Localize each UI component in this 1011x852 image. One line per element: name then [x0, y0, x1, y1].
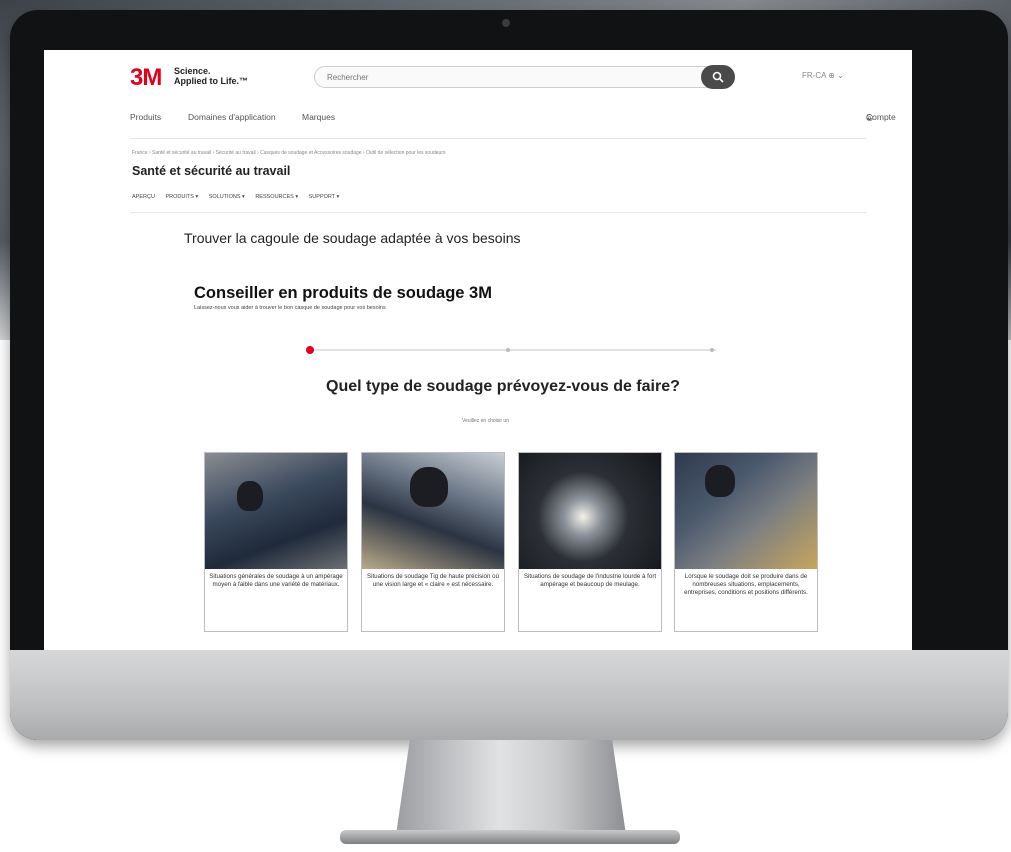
option-description: Situations générales de soudage à un amp… [209, 573, 343, 588]
option-description: Situations de soudage Tig de haute préci… [366, 573, 500, 588]
breadcrumb[interactable]: France › Santé et sécurité au travail › … [132, 150, 446, 156]
welder-photo [362, 453, 504, 569]
welder-photo [205, 453, 347, 569]
camera-icon [502, 19, 510, 27]
nav-item-products[interactable]: Produits [130, 112, 161, 122]
divider [130, 212, 866, 213]
monitor-stand-neck [396, 740, 626, 835]
progress-step-current [306, 346, 314, 354]
chevron-down-icon: ⌄ [866, 112, 874, 122]
choose-hint: Veuillez en choisir un [462, 418, 509, 424]
welder-helmet [705, 465, 735, 497]
tagline-line-1: Science. [174, 66, 211, 76]
tagline-line-2: Applied to Life.™ [174, 76, 248, 86]
globe-icon: ⊕ ⌄ [828, 71, 844, 80]
progress-steps [306, 346, 716, 354]
brand-logo[interactable]: 3M [130, 64, 162, 92]
subnav-solutions[interactable]: SOLUTIONS ▾ [209, 194, 245, 200]
monitor-stand-foot [340, 830, 680, 844]
option-card-heavy-industry[interactable]: Situations de soudage de l'industrie lou… [518, 452, 662, 632]
search-icon [712, 71, 724, 83]
option-card-tig[interactable]: Situations de soudage Tig de haute préci… [361, 452, 505, 632]
option-card-versatile[interactable]: Lorsque le soudage doit se produire dans… [674, 452, 818, 632]
divider [130, 138, 866, 139]
progress-step [710, 348, 714, 352]
subnav-products[interactable]: PRODUITS ▾ [165, 194, 198, 200]
nav-item-brands[interactable]: Marques [302, 112, 335, 122]
progress-track [306, 349, 716, 351]
monitor-chin [10, 650, 1008, 740]
advisor-subtitle: Laissez-nous vous aider à trouver le bon… [194, 305, 386, 311]
page-title: Santé et sécurité au travail [132, 164, 291, 178]
progress-step [506, 348, 510, 352]
scene: 3M Science. Applied to Life.™ Rechercher… [0, 0, 1011, 852]
sub-nav: APERÇU PRODUITS ▾ SOLUTIONS ▾ RESSOURCES… [132, 194, 348, 200]
site-header: 3M Science. Applied to Life.™ Rechercher… [130, 62, 866, 96]
welding-type-options: Situations générales de soudage à un amp… [204, 452, 824, 634]
search-bar [314, 65, 735, 89]
brand-tagline: Science. Applied to Life.™ [174, 66, 248, 86]
monitor: 3M Science. Applied to Life.™ Rechercher… [10, 10, 1008, 740]
find-heading: Trouver la cagoule de soudage adaptée à … [184, 230, 521, 246]
language-code: FR-CA [802, 71, 826, 80]
subnav-support[interactable]: SUPPORT ▾ [309, 194, 340, 200]
screen: 3M Science. Applied to Life.™ Rechercher… [44, 50, 912, 650]
search-button[interactable] [701, 65, 735, 89]
welder-photo [519, 453, 661, 569]
option-description: Situations de soudage de l'industrie lou… [523, 573, 657, 588]
subnav-resources[interactable]: RESSOURCES ▾ [255, 194, 298, 200]
welder-photo [675, 453, 817, 569]
welder-helmet [410, 467, 448, 507]
web-page: 3M Science. Applied to Life.™ Rechercher… [44, 50, 912, 650]
option-card-general[interactable]: Situations générales de soudage à un amp… [204, 452, 348, 632]
language-selector[interactable]: FR-CA ⊕ ⌄ [802, 71, 844, 80]
question-heading: Quel type de soudage prévoyez-vous de fa… [326, 378, 680, 395]
option-description: Lorsque le soudage doit se produire dans… [684, 573, 808, 596]
main-nav: Produits Domaines d'application Marques … [130, 112, 896, 130]
advisor-title: Conseiller en produits de soudage 3M [194, 284, 492, 302]
welder-helmet [237, 481, 263, 511]
subnav-overview[interactable]: APERÇU [132, 194, 155, 200]
nav-item-applications[interactable]: Domaines d'application [188, 112, 276, 122]
search-input[interactable] [315, 67, 695, 88]
